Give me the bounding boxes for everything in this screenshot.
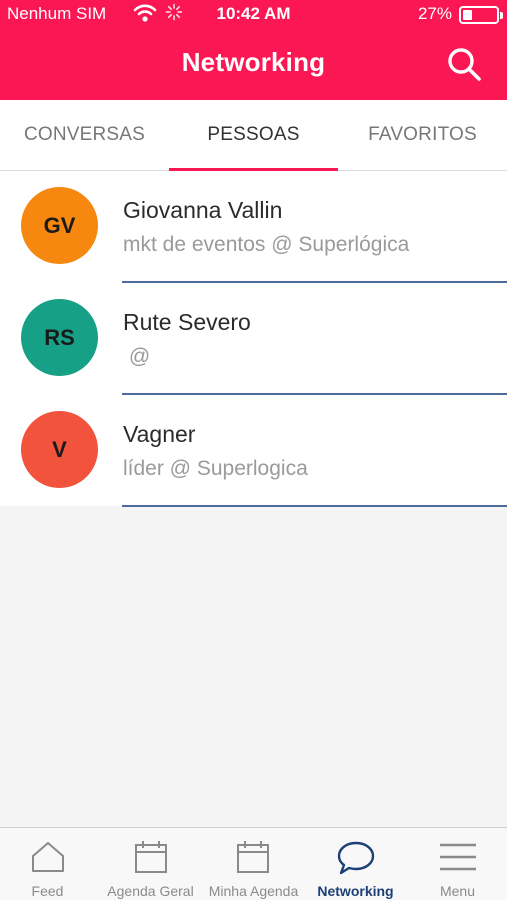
nav-networking[interactable]: Networking	[308, 828, 403, 900]
bottom-nav: Feed Agenda Geral Minha Agenda Networkin…	[0, 827, 507, 900]
battery-level	[463, 10, 472, 20]
nav-menu[interactable]: Menu	[410, 828, 505, 900]
tab-bar: CONVERSAS PESSOAS FAVORITOS	[0, 100, 507, 171]
list-item[interactable]: GV Giovanna Vallin mkt de eventos @ Supe…	[0, 171, 507, 283]
app-header: Nenhum SIM 10:42 AM 27% Networking	[0, 0, 507, 100]
nav-label: Menu	[439, 883, 476, 899]
tab-favoritos[interactable]: FAVORITOS	[338, 100, 507, 170]
person-name: Rute Severo	[123, 309, 251, 335]
avatar: RS	[21, 299, 98, 376]
divider	[122, 505, 507, 507]
chat-bubble-icon	[337, 841, 375, 875]
nav-feed[interactable]: Feed	[0, 828, 95, 900]
page-title: Networking	[181, 47, 326, 77]
person-name: Giovanna Vallin	[123, 197, 283, 223]
menu-icon	[440, 843, 476, 871]
nav-agenda-geral[interactable]: Agenda Geral	[103, 828, 198, 900]
person-name: Vagner	[123, 421, 196, 447]
home-icon	[32, 842, 64, 872]
tab-pessoas[interactable]: PESSOAS	[169, 100, 338, 171]
people-list: GV Giovanna Vallin mkt de eventos @ Supe…	[0, 171, 507, 507]
calendar-icon	[135, 841, 167, 873]
battery-icon	[459, 6, 503, 24]
status-bar: Nenhum SIM 10:42 AM 27%	[0, 0, 507, 28]
list-item[interactable]: RS Rute Severo @	[0, 283, 507, 395]
search-icon	[448, 48, 481, 81]
person-subtitle: @	[123, 345, 151, 368]
tab-conversas[interactable]: CONVERSAS	[0, 100, 169, 170]
nav-minha-agenda[interactable]: Minha Agenda	[206, 828, 301, 900]
person-subtitle: líder @ Superlogica	[123, 457, 308, 480]
calendar-icon	[237, 841, 269, 873]
person-subtitle: mkt de eventos @ Superlógica	[123, 233, 410, 256]
list-item[interactable]: V Vagner líder @ Superlogica	[0, 395, 507, 507]
avatar: GV	[21, 187, 98, 264]
avatar: V	[21, 411, 98, 488]
search-button[interactable]	[444, 45, 484, 85]
battery-percent: 27%	[417, 4, 452, 23]
